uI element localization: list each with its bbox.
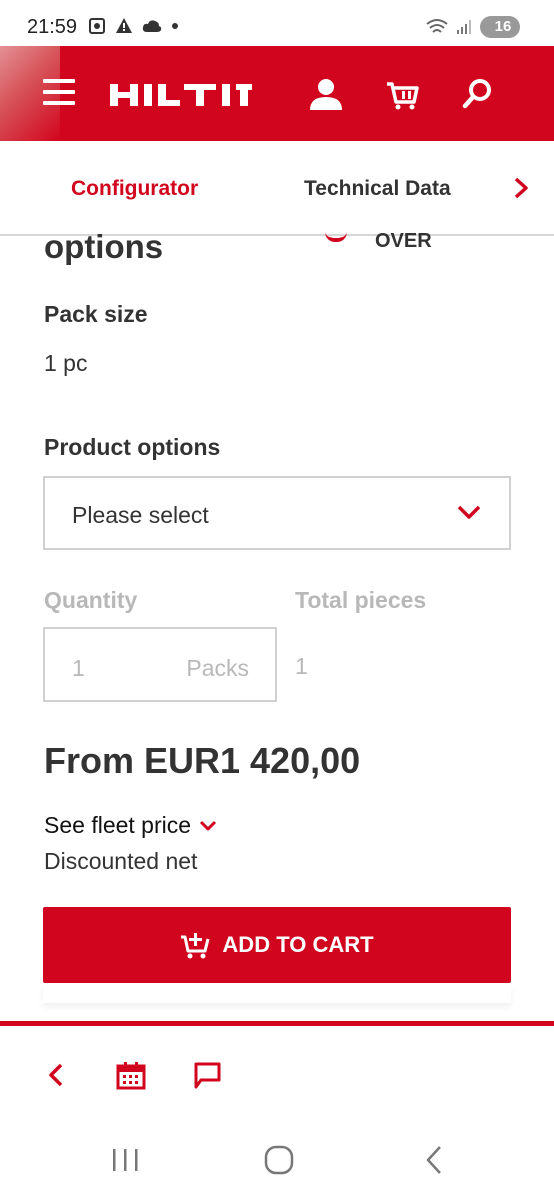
price: From EUR1 420,00 [44,740,361,781]
chat-icon[interactable] [192,1060,222,1090]
menu-icon[interactable] [43,79,75,107]
section-heading-partial: options [44,228,164,265]
status-system-icons: 16 [426,16,520,38]
pack-size-label: Pack size [44,301,148,327]
quantity-label: Quantity [44,587,138,613]
status-notification-icons [88,17,179,35]
recent-apps-icon[interactable] [108,1143,142,1177]
pack-size-value: 1 pc [44,350,88,376]
site-header [0,46,554,141]
system-nav-bar [0,1121,554,1200]
hilti-logo[interactable] [100,73,260,115]
hilti-logo-mark [102,75,260,115]
product-tabs: Configurator Technical Data [0,141,554,236]
add-to-cart-label: ADD TO CART [222,932,374,957]
product-options-label: Product options [44,434,221,460]
discount-note: Discounted net [44,848,198,874]
chevron-down-icon [199,820,217,830]
add-to-cart-button[interactable]: ADD TO CART [43,907,511,983]
product-options-select[interactable]: Please select [43,476,511,550]
chevron-down-icon [457,505,481,519]
chevron-right-icon[interactable] [510,177,532,199]
home-icon[interactable] [262,1143,296,1177]
cloud-icon [142,20,162,32]
add-to-cart-icon [181,933,210,959]
back-arrow-icon[interactable] [42,1060,72,1090]
calendar-icon[interactable] [116,1060,146,1090]
fleet-price-label: See fleet price [44,812,192,838]
cart-icon[interactable] [384,76,420,112]
quantity-value: 1 [72,655,85,681]
badge-text-partial: OVER [375,230,432,252]
dot-icon [172,23,178,29]
battery-indicator: 16 [480,16,520,38]
status-time: 21:59 [27,16,78,38]
product-options-selected: Please select [72,502,209,528]
quantity-unit: Packs [186,655,249,681]
fleet-price-toggle[interactable]: See fleet price [44,812,217,839]
back-icon[interactable] [418,1143,452,1177]
tab-configurator[interactable]: Configurator [71,177,198,201]
signal-icon [457,20,471,34]
total-pieces-value: 1 [295,653,308,679]
screenshot-icon [89,18,105,34]
warning-icon [116,18,132,33]
wifi-icon [426,19,448,33]
status-bar: 21:59 16 [0,0,554,46]
total-pieces-label: Total pieces [295,587,427,613]
badge-mark-partial [325,232,347,242]
search-icon[interactable] [460,76,496,112]
tab-technical-data[interactable]: Technical Data [304,177,451,201]
button-shadow [43,983,511,1003]
user-icon[interactable] [308,76,344,112]
bottom-toolbar [0,1021,554,1121]
quantity-input[interactable]: 1 Packs [43,627,277,702]
